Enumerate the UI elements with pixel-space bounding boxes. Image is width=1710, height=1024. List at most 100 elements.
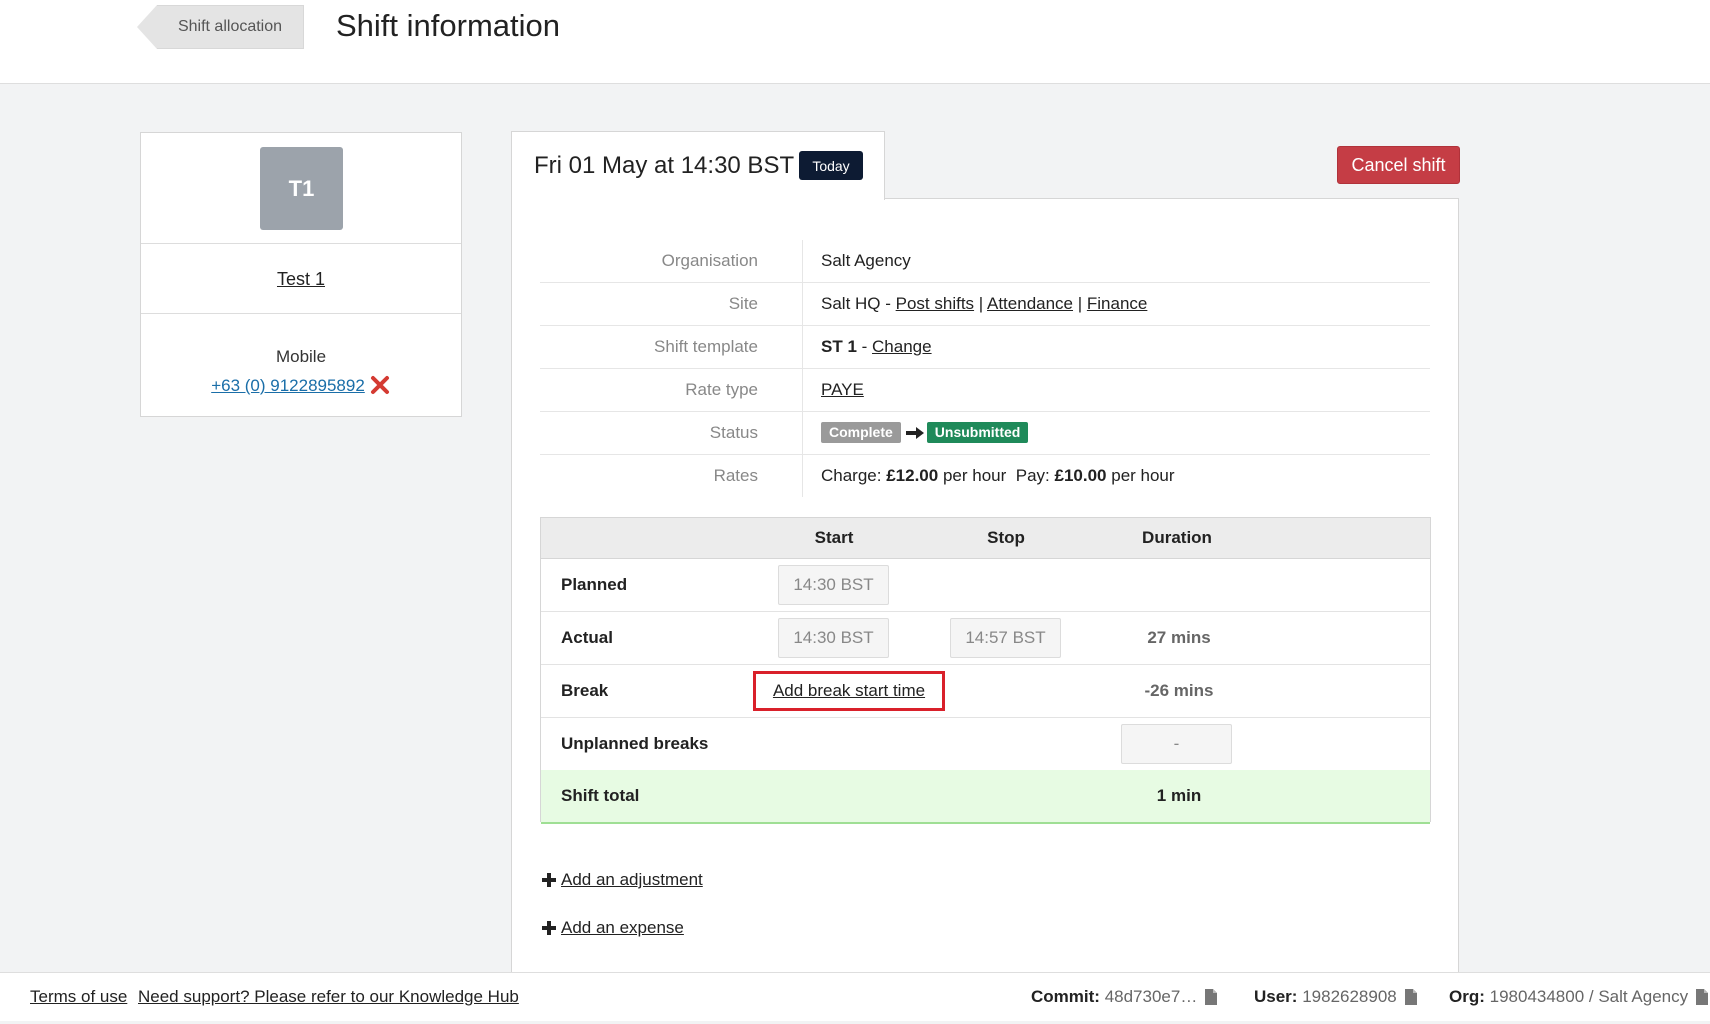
change-template-link[interactable]: Change: [872, 337, 932, 356]
post-shifts-link[interactable]: Post shifts: [896, 294, 974, 313]
charge-label: Charge:: [821, 466, 882, 485]
back-arrow-shape: [137, 5, 157, 49]
link-separator: |: [974, 294, 987, 313]
shift-info-table: Organisation Salt Agency Site Salt HQ - …: [540, 240, 1430, 497]
column-divider: [802, 240, 803, 282]
mobile-label: Mobile: [275, 347, 327, 366]
actual-duration: 27 mins: [1147, 628, 1211, 647]
site-separator: -: [880, 294, 896, 313]
column-divider: [802, 369, 803, 411]
shift-date-tab: Fri 01 May at 14:30 BST Today: [511, 131, 885, 200]
column-header-start: Start: [814, 528, 854, 547]
document-icon[interactable]: [1404, 976, 1417, 1005]
user-info: User: 1982628908: [1254, 973, 1417, 1021]
phone-link[interactable]: +63 (0) 9122895892: [211, 376, 365, 395]
planned-start-field[interactable]: 14:30 BST: [778, 565, 889, 605]
site-name: Salt HQ: [821, 294, 881, 313]
row-label: Actual: [561, 628, 613, 647]
status-label: Status: [709, 423, 758, 442]
per-hour-text: per hour: [942, 466, 1007, 485]
status-badge-complete: Complete: [821, 422, 901, 443]
row-label: Shift total: [561, 786, 640, 805]
times-row-break: Break Add break start time -26 mins: [541, 665, 1430, 718]
plus-icon: [541, 920, 557, 936]
info-row-rates: Rates Charge: £12.00 per hour Pay: £10.0…: [540, 455, 1430, 497]
commit-value: 48d730e7…: [1104, 987, 1198, 1006]
plus-icon: [541, 872, 557, 888]
link-separator: |: [1073, 294, 1087, 313]
times-row-unplanned-breaks: Unplanned breaks -: [541, 718, 1430, 771]
actual-start-field[interactable]: 14:30 BST: [778, 618, 889, 658]
org-label: Org:: [1449, 987, 1485, 1006]
attendance-link[interactable]: Attendance: [987, 294, 1073, 313]
pay-value: £10.00: [1054, 466, 1107, 485]
shift-times-table: Start Stop Duration Planned 14:30 BST Ac…: [540, 517, 1431, 824]
arrow-right-icon: [905, 414, 925, 439]
column-divider: [802, 283, 803, 325]
info-row-site: Site Salt HQ - Post shifts | Attendance …: [540, 283, 1430, 326]
site-value: Salt HQ - Post shifts | Attendance | Fin…: [821, 283, 1147, 325]
column-header-stop: Stop: [987, 528, 1025, 547]
times-row-shift-total: Shift total 1 min: [541, 770, 1430, 824]
add-adjustment-link[interactable]: Add an adjustment: [561, 870, 703, 889]
worker-name-link[interactable]: Test 1: [277, 269, 325, 289]
column-divider: [802, 455, 803, 497]
remove-icon[interactable]: [369, 374, 391, 396]
terms-of-use-link[interactable]: Terms of use: [30, 973, 127, 1021]
info-row-status: Status Complete Unsubmitted: [540, 412, 1430, 455]
rates-label: Rates: [713, 466, 758, 485]
rate-type-link[interactable]: PAYE: [821, 380, 864, 399]
info-row-rate-type: Rate type PAYE: [540, 369, 1430, 412]
status-badge-unsubmitted: Unsubmitted: [926, 422, 1029, 443]
avatar: T1: [260, 147, 343, 230]
finance-link[interactable]: Finance: [1087, 294, 1147, 313]
times-row-actual: Actual 14:30 BST 14:57 BST 27 mins: [541, 612, 1430, 665]
knowledge-hub-link[interactable]: Need support? Please refer to our Knowle…: [138, 973, 519, 1021]
divider: [141, 243, 461, 244]
user-label: User:: [1254, 987, 1298, 1006]
shift-template-label: Shift template: [654, 337, 758, 356]
shift-date: Fri 01 May at 14:30 BST: [534, 152, 795, 179]
shift-template-value: ST 1 - Change: [821, 326, 932, 368]
site-label: Site: [728, 294, 758, 313]
add-expense-link[interactable]: Add an expense: [561, 918, 684, 937]
add-expense-action[interactable]: Add an expense: [541, 918, 684, 938]
times-header: Start Stop Duration: [541, 518, 1430, 559]
rates-value: Charge: £12.00 per hour Pay: £10.00 per …: [821, 455, 1175, 497]
footer: Terms of use Need support? Please refer …: [0, 972, 1710, 1021]
shift-total-value: 1 min: [1156, 786, 1202, 805]
unplanned-breaks-field[interactable]: -: [1121, 724, 1232, 764]
organisation-label: Organisation: [661, 251, 758, 270]
pay-label: Pay:: [1015, 466, 1050, 485]
row-label: Break: [561, 681, 609, 700]
back-to-shift-allocation-button[interactable]: Shift allocation: [137, 5, 304, 49]
highlight-box: Add break start time: [753, 671, 945, 711]
row-label: Planned: [561, 575, 628, 594]
per-hour-text: per hour: [1111, 466, 1175, 485]
back-button-label[interactable]: Shift allocation: [157, 5, 304, 49]
cancel-shift-button[interactable]: Cancel shift: [1337, 146, 1460, 184]
rate-type-label: Rate type: [685, 380, 758, 399]
charge-value: £12.00: [886, 466, 939, 485]
template-code: ST 1: [821, 337, 857, 356]
add-break-start-time-link[interactable]: Add break start time: [773, 681, 925, 701]
break-duration: -26 mins: [1144, 681, 1214, 700]
add-adjustment-action[interactable]: Add an adjustment: [541, 870, 703, 890]
info-row-shift-template: Shift template ST 1 - Change: [540, 326, 1430, 369]
worker-profile-card: T1 Test 1 Mobile +63 (0) 9122895892: [140, 132, 462, 417]
page-title: Shift information: [336, 8, 560, 43]
column-divider: [802, 326, 803, 368]
organisation-value: Salt Agency: [821, 251, 911, 270]
document-icon[interactable]: [1696, 976, 1709, 1005]
column-header-duration: Duration: [1142, 528, 1212, 547]
actual-stop-field[interactable]: 14:57 BST: [950, 618, 1061, 658]
commit-info: Commit: 48d730e7…: [1031, 973, 1218, 1021]
row-label: Unplanned breaks: [561, 734, 709, 753]
today-badge: Today: [799, 151, 863, 180]
org-value: 1980434800 / Salt Agency: [1489, 987, 1689, 1006]
column-divider: [802, 412, 803, 454]
commit-label: Commit:: [1031, 987, 1100, 1006]
template-separator: -: [856, 337, 873, 356]
document-icon[interactable]: [1205, 976, 1218, 1005]
divider: [141, 313, 461, 314]
